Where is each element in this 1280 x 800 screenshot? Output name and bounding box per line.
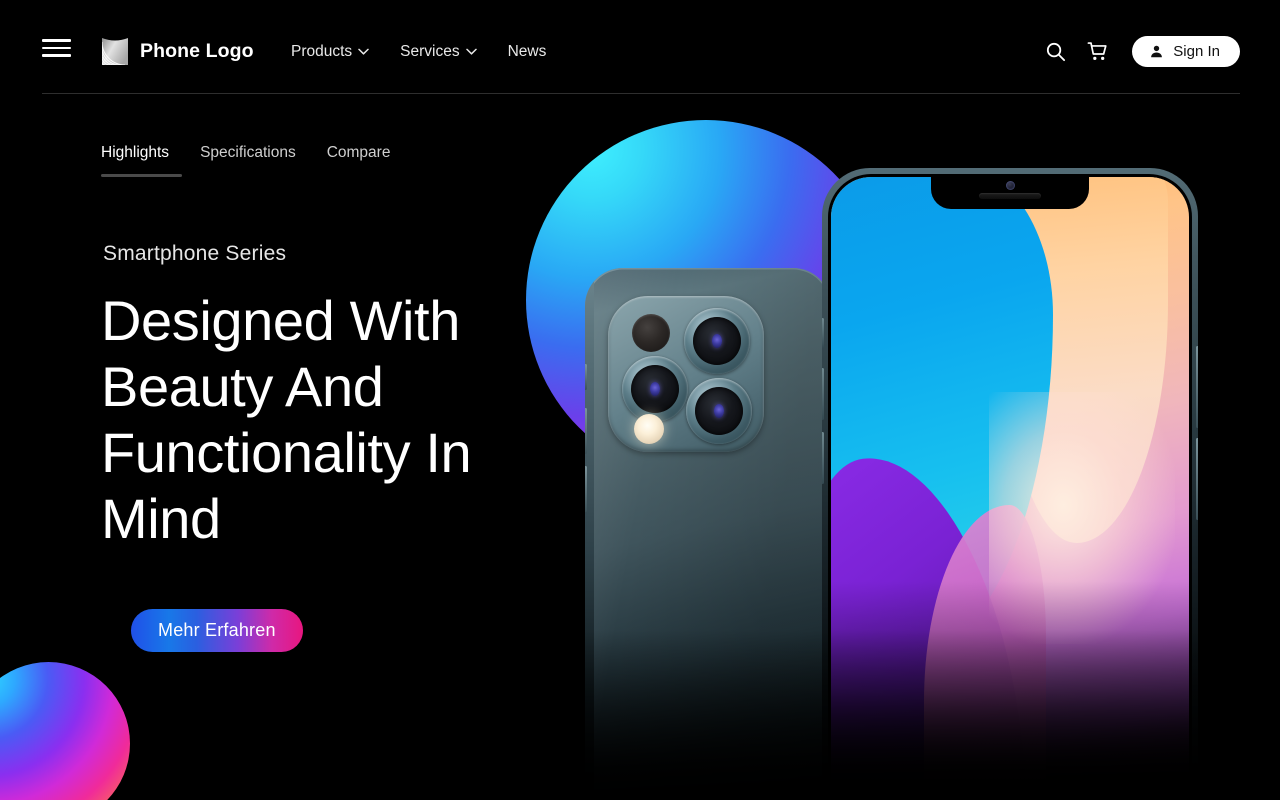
hamburger-menu-icon[interactable] — [42, 39, 71, 57]
nav-item-news[interactable]: News — [508, 41, 547, 62]
sign-in-button[interactable]: Sign In — [1132, 35, 1240, 67]
nav-label: Services — [400, 43, 460, 60]
chevron-down-icon — [465, 48, 477, 55]
cart-glyph — [1087, 41, 1107, 60]
header-divider — [42, 93, 1240, 94]
nav-item-services[interactable]: Services — [400, 41, 477, 62]
wave-square-logo-icon — [102, 38, 128, 65]
hero-page: Phone Logo Products Services News Sign I… — [0, 0, 1280, 800]
wallpaper-glow — [988, 391, 1175, 644]
section-tabs: Highlights Specifications Compare — [101, 144, 390, 177]
wallpaper-base — [831, 177, 1189, 800]
chevron-down-icon — [358, 48, 369, 55]
phone-notch — [931, 177, 1089, 209]
front-camera-icon — [1005, 181, 1015, 190]
phone-volume-down-button — [822, 432, 824, 484]
person-icon — [1151, 45, 1163, 57]
wallpaper-bottom-fade — [831, 580, 1189, 800]
site-header: Phone Logo Products Services News Sign I… — [0, 0, 1280, 94]
search-icon[interactable] — [1038, 34, 1072, 68]
nav-label: Products — [291, 43, 353, 60]
shopping-cart-icon[interactable] — [1080, 34, 1114, 68]
phone-screen — [831, 177, 1189, 800]
foreground-gradient-circle — [0, 662, 130, 800]
hero-eyebrow: Smartphone Series — [103, 242, 287, 265]
tab-compare[interactable]: Compare — [327, 144, 391, 177]
phone-volume-down-button — [585, 466, 587, 512]
sign-in-label: Sign In — [1173, 42, 1220, 60]
learn-more-button[interactable]: Mehr Erfahren — [131, 609, 303, 652]
nav-item-products[interactable]: Products — [291, 41, 369, 62]
wallpaper-peach-shape — [1002, 177, 1168, 543]
phone-bottom-fade — [560, 630, 1240, 800]
brand-name: Phone Logo — [140, 40, 254, 62]
wallpaper-purple-shape — [831, 443, 1034, 800]
nav-label: News — [507, 43, 547, 60]
hamburger-line — [42, 54, 71, 57]
wallpaper-orange-shape — [949, 177, 1107, 493]
header-actions: Sign In — [1038, 34, 1240, 68]
search-glyph — [1046, 42, 1065, 61]
wallpaper-pink-shape — [924, 505, 1046, 800]
tab-highlights[interactable]: Highlights — [101, 144, 183, 177]
brand-logo[interactable]: Phone Logo — [101, 36, 254, 66]
page-title: Designed With Beauty And Functionality I… — [101, 289, 472, 550]
hamburger-line — [42, 39, 71, 42]
earpiece-speaker — [979, 193, 1041, 199]
hamburger-line — [42, 46, 71, 50]
tab-specifications[interactable]: Specifications — [200, 144, 296, 177]
phone-power-button — [1195, 346, 1198, 428]
phone-side-button — [1195, 438, 1198, 520]
main-nav: Products Services News — [291, 41, 546, 62]
background-gradient-circle — [526, 120, 886, 480]
